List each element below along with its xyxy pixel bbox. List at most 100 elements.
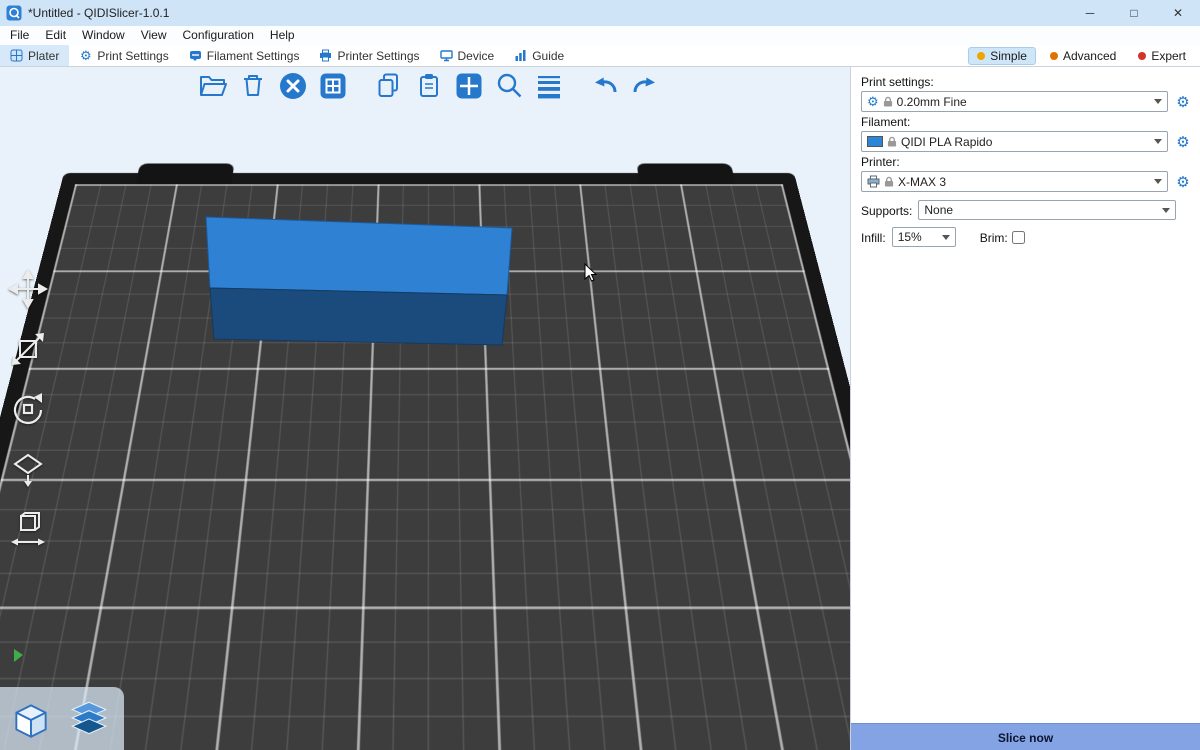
chevron-down-icon bbox=[1162, 208, 1170, 213]
infill-combobox[interactable]: 15% bbox=[892, 227, 956, 247]
app-window: *Untitled - QIDISlicer-1.0.1 ─ □ ✕ File … bbox=[0, 0, 1200, 750]
supports-combobox[interactable]: None bbox=[918, 200, 1176, 220]
tab-plater[interactable]: Plater bbox=[0, 45, 69, 66]
infill-label: Infill: bbox=[861, 231, 886, 245]
paste-button[interactable] bbox=[412, 69, 446, 103]
mouse-cursor bbox=[584, 263, 600, 283]
printer-icon bbox=[319, 49, 332, 62]
tabbar: Plater ⚙ Print Settings Filament Setting… bbox=[0, 45, 1200, 67]
print-settings-combobox[interactable]: ⚙ 0.20mm Fine bbox=[861, 91, 1168, 112]
simple-mode-dot-icon bbox=[977, 52, 985, 60]
split-button[interactable] bbox=[452, 69, 486, 103]
copy-button[interactable] bbox=[372, 69, 406, 103]
print-settings-gear-button[interactable]: ⚙ bbox=[1174, 93, 1192, 111]
mode-label: Advanced bbox=[1063, 49, 1116, 63]
plater-icon bbox=[10, 49, 23, 62]
variable-layer-height-button[interactable] bbox=[532, 69, 566, 103]
filament-color-swatch bbox=[867, 136, 883, 147]
maximize-button[interactable]: □ bbox=[1112, 0, 1156, 26]
menu-edit[interactable]: Edit bbox=[37, 26, 74, 45]
menu-file[interactable]: File bbox=[2, 26, 37, 45]
chevron-down-icon bbox=[1154, 179, 1162, 184]
filament-gear-button[interactable]: ⚙ bbox=[1174, 133, 1192, 151]
delete-all-button[interactable] bbox=[276, 69, 310, 103]
arrange-button[interactable] bbox=[316, 69, 350, 103]
brim-checkbox[interactable] bbox=[1012, 231, 1025, 244]
gear-icon: ⚙ bbox=[79, 49, 92, 62]
window-controls: ─ □ ✕ bbox=[1068, 0, 1200, 26]
place-on-face-tool-button[interactable] bbox=[6, 447, 50, 491]
menu-view[interactable]: View bbox=[133, 26, 175, 45]
printer-gear-button[interactable]: ⚙ bbox=[1174, 173, 1192, 191]
gear-icon: ⚙ bbox=[867, 95, 879, 108]
chevron-down-icon bbox=[942, 235, 950, 240]
tab-guide[interactable]: Guide bbox=[504, 45, 574, 66]
main-area: Print settings: ⚙ 0.20mm Fine ⚙ Filament… bbox=[0, 67, 1200, 750]
mode-switcher: Simple Advanced Expert bbox=[968, 45, 1200, 66]
lock-icon bbox=[883, 95, 893, 108]
mode-label: Expert bbox=[1151, 49, 1186, 63]
undo-button[interactable] bbox=[588, 69, 622, 103]
print-bed bbox=[0, 173, 850, 750]
bed-clip bbox=[136, 163, 235, 184]
printer-value: X-MAX 3 bbox=[898, 175, 946, 189]
print-settings-label: Print settings: bbox=[861, 75, 1192, 89]
tab-filament-settings[interactable]: Filament Settings bbox=[179, 45, 310, 66]
preview-layers-button[interactable] bbox=[64, 693, 114, 747]
tab-label: Filament Settings bbox=[207, 49, 300, 63]
mode-simple[interactable]: Simple bbox=[968, 47, 1036, 65]
minimize-button[interactable]: ─ bbox=[1068, 0, 1112, 26]
menu-configuration[interactable]: Configuration bbox=[175, 26, 262, 45]
gizmo-toolbar bbox=[6, 267, 50, 551]
tab-device[interactable]: Device bbox=[430, 45, 505, 66]
menu-window[interactable]: Window bbox=[74, 26, 133, 45]
app-logo-icon bbox=[6, 5, 22, 21]
infill-value: 15% bbox=[898, 230, 922, 244]
filament-label: Filament: bbox=[861, 115, 1192, 129]
menubar: File Edit Window View Configuration Help bbox=[0, 26, 1200, 45]
chevron-down-icon bbox=[1154, 139, 1162, 144]
viewport-toolbar bbox=[196, 69, 662, 103]
tab-print-settings[interactable]: ⚙ Print Settings bbox=[69, 45, 178, 66]
3d-viewport[interactable] bbox=[0, 67, 850, 750]
settings-sidebar: Print settings: ⚙ 0.20mm Fine ⚙ Filament… bbox=[850, 67, 1200, 750]
printer-icon bbox=[867, 175, 880, 188]
delete-button[interactable] bbox=[236, 69, 270, 103]
cut-tool-button[interactable] bbox=[6, 507, 50, 551]
supports-value: None bbox=[924, 203, 953, 217]
tab-label: Printer Settings bbox=[337, 49, 419, 63]
filament-value: QIDI PLA Rapido bbox=[901, 135, 992, 149]
lock-icon bbox=[887, 135, 897, 148]
expert-mode-dot-icon bbox=[1138, 52, 1146, 60]
supports-label: Supports: bbox=[861, 204, 912, 218]
mode-advanced[interactable]: Advanced bbox=[1042, 48, 1124, 64]
filament-combobox[interactable]: QIDI PLA Rapido bbox=[861, 131, 1168, 152]
editor-view-button[interactable] bbox=[6, 693, 56, 747]
close-button[interactable]: ✕ bbox=[1156, 0, 1200, 26]
scale-tool-button[interactable] bbox=[6, 327, 50, 371]
open-folder-button[interactable] bbox=[196, 69, 230, 103]
tab-label: Guide bbox=[532, 49, 564, 63]
slice-now-button[interactable]: Slice now bbox=[851, 723, 1200, 750]
guide-icon bbox=[514, 49, 527, 62]
tab-label: Print Settings bbox=[97, 49, 168, 63]
tab-printer-settings[interactable]: Printer Settings bbox=[309, 45, 429, 66]
tab-label: Plater bbox=[28, 49, 59, 63]
view-switcher-panel bbox=[0, 687, 124, 750]
redo-button[interactable] bbox=[628, 69, 662, 103]
lock-icon bbox=[884, 175, 894, 188]
printer-combobox[interactable]: X-MAX 3 bbox=[861, 171, 1168, 192]
printer-label: Printer: bbox=[861, 155, 1192, 169]
titlebar: *Untitled - QIDISlicer-1.0.1 ─ □ ✕ bbox=[0, 0, 1200, 26]
mode-expert[interactable]: Expert bbox=[1130, 48, 1194, 64]
bed-clip bbox=[637, 163, 736, 184]
advanced-mode-dot-icon bbox=[1050, 52, 1058, 60]
window-title: *Untitled - QIDISlicer-1.0.1 bbox=[28, 6, 169, 20]
brim-label: Brim: bbox=[980, 231, 1008, 245]
print-settings-value: 0.20mm Fine bbox=[897, 95, 967, 109]
search-button[interactable] bbox=[492, 69, 526, 103]
menu-help[interactable]: Help bbox=[262, 26, 303, 45]
move-tool-button[interactable] bbox=[6, 267, 50, 311]
mode-label: Simple bbox=[990, 49, 1027, 63]
rotate-tool-button[interactable] bbox=[6, 387, 50, 431]
